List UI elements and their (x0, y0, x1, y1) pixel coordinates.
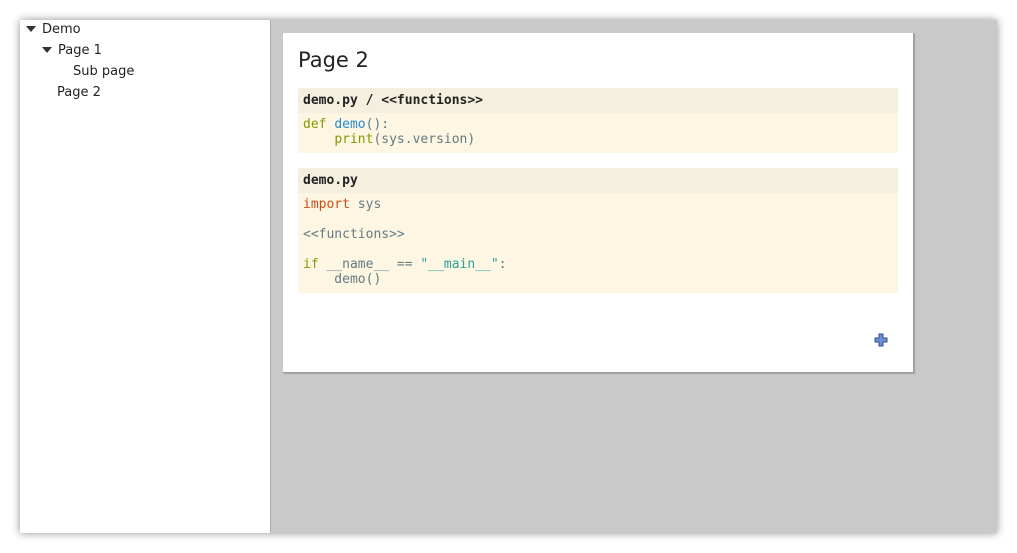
code-token-keyword: def (303, 117, 327, 132)
code-token: sys (349, 197, 382, 212)
expand-triangle-icon[interactable] (42, 46, 52, 53)
tree-item-demo[interactable]: Demo (26, 20, 81, 40)
code-block[interactable]: demo.py import sys <<functions>> if __na… (298, 168, 898, 293)
code-block-header: demo.py (298, 168, 898, 193)
tree-item-label: Sub page (73, 64, 135, 79)
code-token: (): (365, 117, 390, 132)
code-token: : (498, 257, 507, 272)
code-block-body: import sys <<functions>> if __name__ == … (298, 193, 898, 293)
tree-item-label: Page 1 (58, 43, 102, 58)
sidebar-tree: Demo Page 1 Sub page Page 2 (20, 20, 271, 533)
code-token-keyword: if (303, 257, 319, 272)
tree-item-sub-page[interactable]: Sub page (73, 62, 134, 82)
code-token-keyword: import (303, 197, 350, 212)
plus-icon (874, 333, 888, 347)
tree-item-label: Page 2 (57, 85, 101, 100)
code-token: __name__ == (318, 257, 421, 272)
code-token: demo() (303, 272, 382, 287)
add-block-button[interactable] (874, 333, 888, 347)
tree-item-label: Demo (42, 22, 81, 37)
code-token: (sys.version) (373, 132, 476, 147)
tree-item-page-1[interactable]: Page 1 (42, 41, 102, 61)
app-window: Demo Page 1 Sub page Page 2 Page 2 demo.… (20, 20, 997, 533)
code-block[interactable]: demo.py / <<functions>> def demo(): prin… (298, 88, 898, 153)
code-token-string: "__main__" (420, 257, 499, 272)
code-block-body: def demo(): print(sys.version) (298, 113, 898, 153)
page-title: Page 2 (298, 48, 369, 72)
code-token-function: demo (334, 117, 366, 132)
code-block-header: demo.py / <<functions>> (298, 88, 898, 113)
tree-item-page-2[interactable]: Page 2 (57, 83, 101, 103)
page-panel: Page 2 demo.py / <<functions>> def demo(… (283, 33, 914, 373)
code-token: <<functions>> (303, 227, 405, 242)
code-token-builtin: print (334, 132, 374, 147)
expand-triangle-icon[interactable] (26, 25, 36, 32)
